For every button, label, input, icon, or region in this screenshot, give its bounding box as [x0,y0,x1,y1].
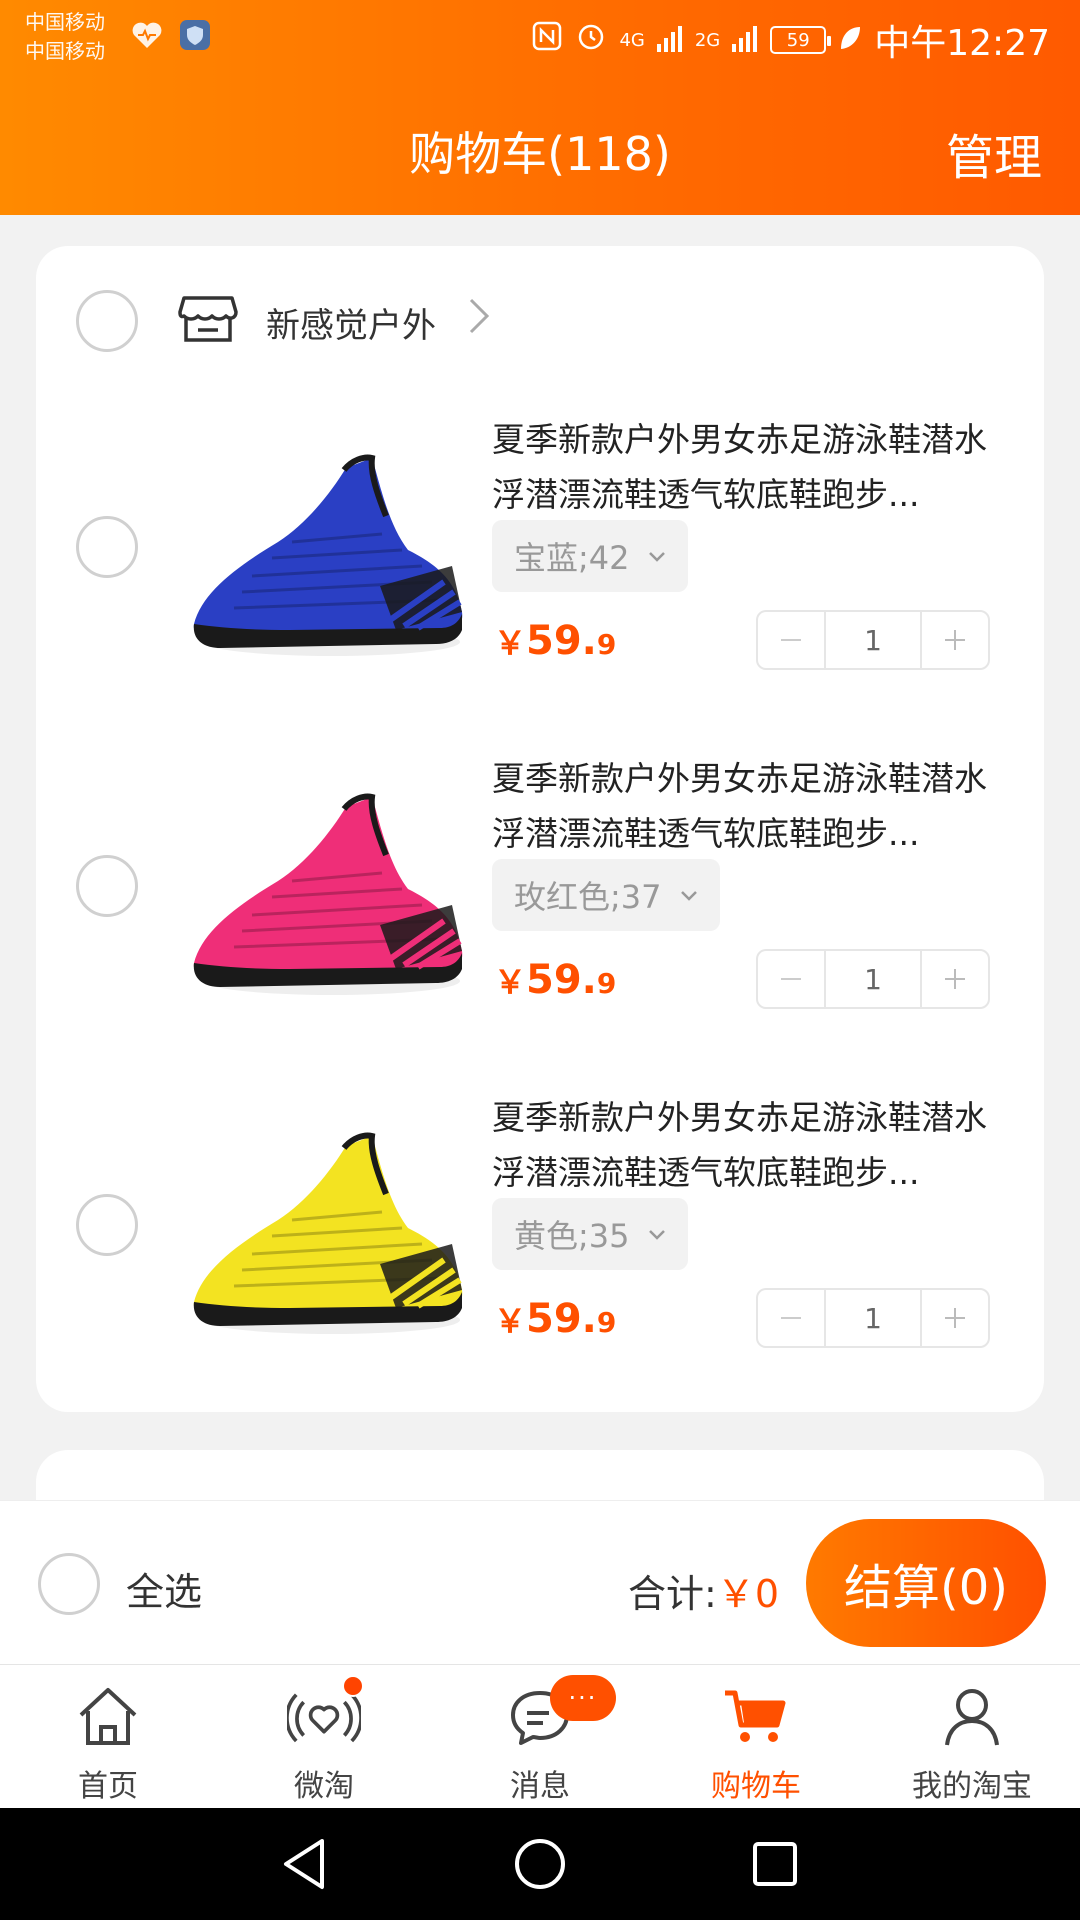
network-2g: 2G [694,29,721,51]
checkout-bar: 全选 合计:￥0 结算(0) [0,1500,1080,1664]
quantity-stepper: 1 [756,610,990,670]
messages-badge: ··· [550,1675,616,1721]
tab-home[interactable]: 首页 [0,1665,216,1808]
price-currency: ￥ [494,1302,527,1340]
select-all-label[interactable]: 全选 [126,1561,202,1616]
product-price: ￥59.9 [494,1296,616,1342]
price-decimal: 9 [596,1306,617,1339]
sku-text: 黄色;35 [514,1217,630,1255]
store-select-radio[interactable] [76,290,138,352]
home-circle-icon[interactable] [510,1834,570,1894]
page-title: 购物车(118) [409,127,671,181]
select-all-radio[interactable] [38,1553,100,1615]
recents-square-icon[interactable] [745,1834,805,1894]
chevron-right-icon[interactable] [468,296,490,346]
tab-messages[interactable]: ··· 消息 [432,1665,648,1808]
cart-icon [719,1679,793,1753]
header: 中国移动 中国移动 4G 2G 59 中午12:27 购物车(118) 管理 [0,0,1080,215]
price-decimal: 9 [596,628,617,661]
total-amount: ￥0 [716,1572,779,1616]
total-price: 合计:￥0 [628,1563,779,1618]
tab-label-home: 首页 [78,1769,138,1804]
product-title[interactable]: 夏季新款户外男女赤足游泳鞋潜水浮潜漂流鞋透气软底鞋跑步... [492,412,1012,522]
increase-button[interactable] [922,951,988,1007]
weitao-badge-dot [342,1675,364,1697]
cart-item: 夏季新款户外男女赤足游泳鞋潜水浮潜漂流鞋透气软底鞋跑步... 黄色;35 ￥59… [36,1074,1044,1412]
shield-icon [178,18,212,52]
cart-item: 夏季新款户外男女赤足游泳鞋潜水浮潜漂流鞋透气软底鞋跑步... 玫红色;37 ￥5… [36,735,1044,1073]
alarm-icon [575,20,607,61]
back-icon[interactable] [275,1834,335,1894]
status-indicators: 4G 2G 59 中午12:27 [531,14,1050,66]
price-integer: 59. [526,957,597,1003]
store-card: 新感觉户外 夏季新款户外男女赤足游泳鞋潜水浮潜漂流鞋透气软底鞋跑步... 宝蓝;… [36,246,1044,1412]
decrease-button[interactable] [758,951,824,1007]
signal-icon-1 [656,20,683,61]
tab-label-profile: 我的淘宝 [912,1769,1032,1804]
tab-label-weitao: 微淘 [294,1769,354,1804]
price-currency: ￥ [494,624,527,662]
nfc-icon [531,20,563,61]
system-nav-bar [0,1808,1080,1920]
price-integer: 59. [526,618,597,664]
clock-time: 中午12:27 [874,23,1050,64]
battery-indicator: 59 [770,26,832,54]
chevron-down-icon [648,544,666,569]
home-icon [71,1679,145,1753]
health-heart-icon [130,18,164,52]
sku-text: 宝蓝;42 [514,539,630,577]
carrier-2: 中国移动 [25,39,105,63]
tab-label-cart: 购物车 [711,1769,801,1804]
sku-selector[interactable]: 宝蓝;42 [492,520,688,592]
item-select-radio[interactable] [76,516,138,578]
product-price: ￥59.9 [494,957,616,1003]
store-name[interactable]: 新感觉户外 [266,298,436,347]
decrease-button[interactable] [758,612,824,668]
manage-button[interactable]: 管理 [946,118,1042,188]
item-select-radio[interactable] [76,855,138,917]
product-image[interactable] [182,755,482,1025]
signal-icon-2 [732,20,758,61]
decrease-button[interactable] [758,1290,824,1346]
sku-text: 玫红色;37 [514,878,662,916]
increase-button[interactable] [922,1290,988,1346]
tab-weitao[interactable]: 微淘 [216,1665,432,1808]
status-bar: 中国移动 中国移动 4G 2G 59 中午12:27 [0,0,1080,72]
quantity-stepper: 1 [756,949,990,1009]
tab-profile[interactable]: 我的淘宝 [864,1665,1080,1808]
chevron-down-icon [680,883,698,908]
increase-button[interactable] [922,612,988,668]
price-currency: ￥ [494,963,527,1001]
store-icon [178,288,238,348]
quantity-value[interactable]: 1 [824,951,922,1007]
carrier-labels: 中国移动 中国移动 [25,8,105,66]
profile-icon [935,1679,1009,1753]
product-title[interactable]: 夏季新款户外男女赤足游泳鞋潜水浮潜漂流鞋透气软底鞋跑步... [492,1090,1012,1200]
item-select-radio[interactable] [76,1194,138,1256]
tab-cart[interactable]: 购物车 [648,1665,864,1808]
product-image[interactable] [182,416,482,686]
leaf-icon [838,20,862,61]
sku-selector[interactable]: 玫红色;37 [492,859,720,931]
product-title[interactable]: 夏季新款户外男女赤足游泳鞋潜水浮潜漂流鞋透气软底鞋跑步... [492,751,1012,861]
quantity-stepper: 1 [756,1288,990,1348]
product-price: ￥59.9 [494,618,616,664]
price-decimal: 9 [596,967,617,1000]
price-integer: 59. [526,1296,597,1342]
store-header: 新感觉户外 [36,246,1044,396]
cart-item: 夏季新款户外男女赤足游泳鞋潜水浮潜漂流鞋透气软底鞋跑步... 宝蓝;42 ￥59… [36,396,1044,734]
quantity-value[interactable]: 1 [824,612,922,668]
network-4g: 4G [619,29,645,51]
checkout-button[interactable]: 结算(0) [806,1519,1046,1647]
total-label: 合计: [628,1572,717,1616]
carrier-1: 中国移动 [25,10,105,34]
quantity-value[interactable]: 1 [824,1290,922,1346]
tab-bar: 首页 微淘 ··· 消息 购物车 我的淘宝 [0,1664,1080,1808]
product-image[interactable] [182,1094,482,1364]
tab-label-messages: 消息 [510,1769,570,1804]
chevron-down-icon [648,1222,666,1247]
sku-selector[interactable]: 黄色;35 [492,1198,688,1270]
